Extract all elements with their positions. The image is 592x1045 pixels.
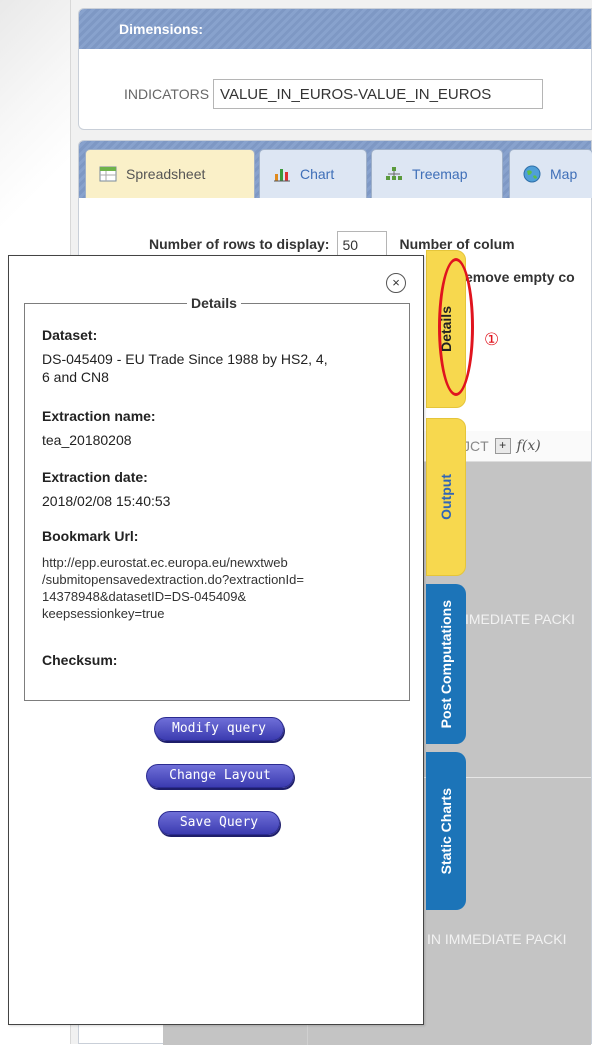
bookmark-url-label: Bookmark Url: bbox=[42, 528, 139, 544]
dataset-value-line2: 6 and CN8 bbox=[42, 369, 109, 385]
dataset-value-line1: DS-045409 - EU Trade Since 1988 by HS2, … bbox=[42, 351, 328, 367]
extraction-date-value: 2018/02/08 15:40:53 bbox=[42, 493, 171, 509]
close-icon[interactable]: × bbox=[386, 273, 406, 293]
grid-cell-label: IMEDIATE PACKI bbox=[465, 611, 575, 627]
tab-chart-label: Chart bbox=[300, 166, 335, 182]
indicators-select[interactable]: VALUE_IN_EUROS-VALUE_IN_EUROS bbox=[213, 79, 544, 109]
checksum-label: Checksum: bbox=[42, 652, 118, 668]
side-tab-post-computations-label: Post Computations bbox=[438, 599, 454, 729]
grid-header-label: JCT bbox=[463, 438, 489, 454]
tab-treemap[interactable]: Treemap bbox=[371, 149, 503, 198]
details-legend: Details bbox=[187, 295, 241, 311]
spreadsheet-icon bbox=[98, 164, 118, 184]
side-tab-output[interactable]: Output bbox=[426, 418, 466, 576]
treemap-icon bbox=[384, 164, 404, 184]
save-query-button[interactable]: Save Query bbox=[158, 811, 280, 835]
dimensions-header: Dimensions: bbox=[79, 9, 591, 49]
grid-cell-label: IN IMMEDIATE PACKI bbox=[427, 931, 567, 947]
expand-icon[interactable]: + bbox=[494, 438, 511, 454]
globe-icon bbox=[522, 164, 542, 184]
extraction-name-value: tea_20180208 bbox=[42, 432, 132, 448]
bookmark-url-line[interactable]: http://epp.eurostat.ec.europa.eu/newxtwe… bbox=[42, 554, 288, 571]
rows-label: Number of rows to display: bbox=[149, 236, 330, 252]
modify-query-button[interactable]: Modify query bbox=[154, 717, 284, 741]
bookmark-url-line[interactable]: /submitopensavedextraction.do?extraction… bbox=[42, 571, 304, 588]
rows-input[interactable]: 50 bbox=[337, 231, 388, 257]
side-tab-post-computations[interactable]: Post Computations bbox=[426, 584, 466, 744]
dimensions-panel: Dimensions: INDICATORS VALUE_IN_EUROS-VA… bbox=[78, 8, 592, 130]
tab-chart[interactable]: Chart bbox=[259, 149, 367, 198]
extraction-name-label: Extraction name: bbox=[42, 408, 156, 424]
annotation-marker: ① bbox=[484, 330, 500, 349]
remove-empty-label[interactable]: emove empty co bbox=[465, 269, 575, 285]
tab-spreadsheet-label: Spreadsheet bbox=[126, 166, 206, 182]
background-shade bbox=[0, 0, 70, 260]
side-tab-output-label: Output bbox=[438, 474, 454, 520]
tab-spreadsheet[interactable]: Spreadsheet bbox=[85, 149, 255, 198]
indicator-row: INDICATORS VALUE_IN_EUROS-VALUE_IN_EUROS bbox=[124, 79, 544, 109]
annotation-ellipse bbox=[438, 258, 474, 396]
change-layout-button[interactable]: Change Layout bbox=[146, 764, 294, 788]
dataset-label: Dataset: bbox=[42, 327, 98, 343]
bookmark-url-line[interactable]: keepsessionkey=true bbox=[42, 605, 165, 622]
extraction-date-label: Extraction date: bbox=[42, 469, 148, 485]
view-tab-bar: Spreadsheet Chart Treemap Map bbox=[79, 141, 592, 198]
chart-icon bbox=[272, 164, 292, 184]
indicators-label: INDICATORS bbox=[124, 86, 210, 102]
tab-treemap-label: Treemap bbox=[412, 166, 468, 182]
tab-map-label: Map bbox=[550, 166, 578, 182]
tab-map[interactable]: Map bbox=[509, 149, 592, 198]
bookmark-url-line[interactable]: 14378948&datasetID=DS-045409& bbox=[42, 588, 246, 605]
side-tab-static-charts[interactable]: Static Charts bbox=[426, 752, 466, 910]
side-tab-static-charts-label: Static Charts bbox=[438, 787, 454, 875]
function-icon[interactable]: f(x) bbox=[517, 438, 541, 454]
